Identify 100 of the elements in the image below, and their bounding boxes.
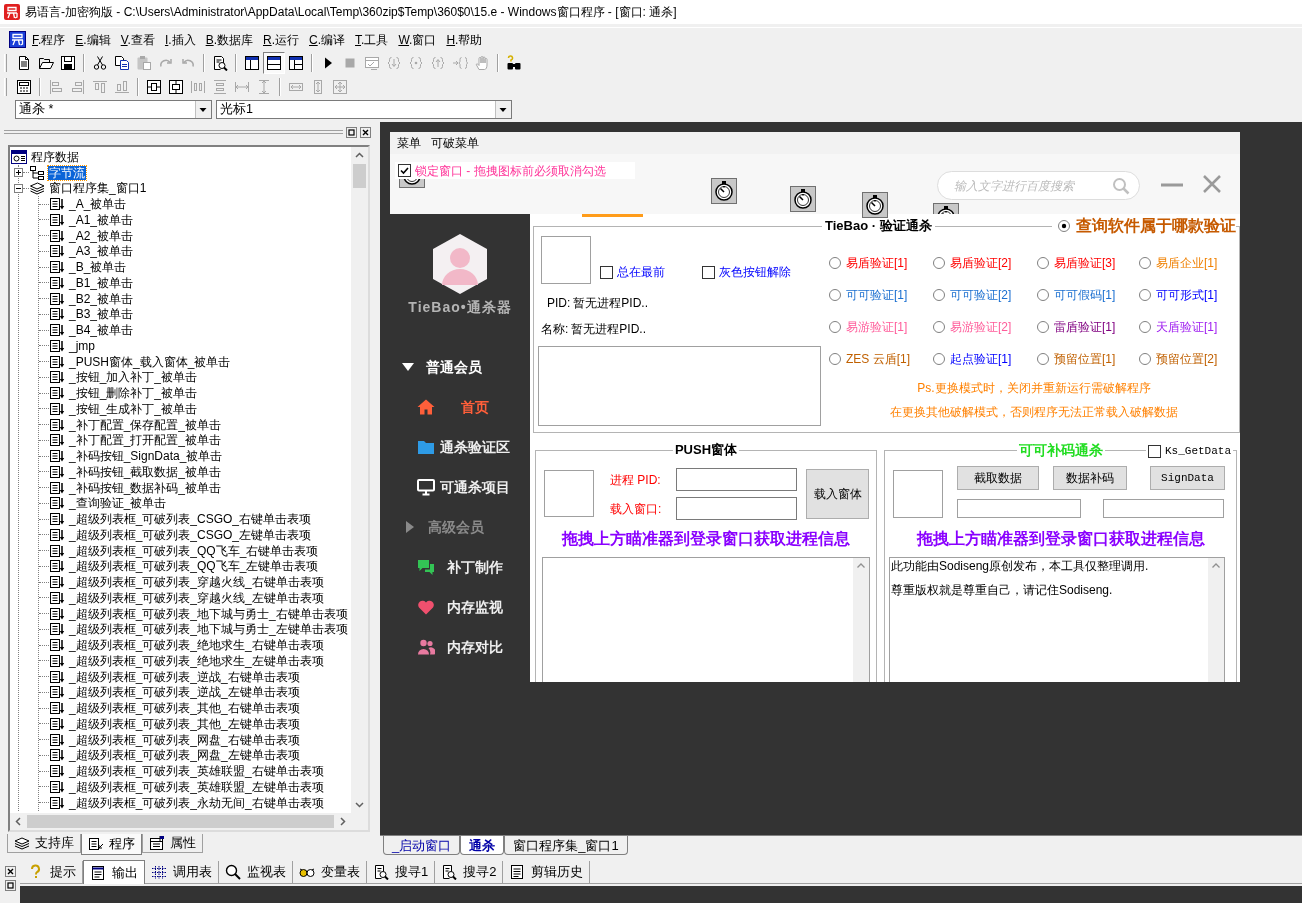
tree-item[interactable]: _超级列表框_可破列表_网盘_左键单击表项 [68,748,301,763]
radio-icon[interactable] [1139,321,1151,333]
output-tab[interactable]: 搜寻1 [367,861,436,883]
radio-icon[interactable] [1037,257,1049,269]
radio-option[interactable]: 可可形式[1] [1139,279,1239,311]
checkbox-icon[interactable] [398,164,411,177]
tree-item[interactable]: 程序数据 [30,149,80,164]
patch-data-button[interactable]: 数据补码 [1053,466,1127,490]
text-input[interactable] [957,499,1081,518]
panel-tab[interactable]: 属性 [142,834,203,853]
restore-icon[interactable] [4,880,16,891]
tree-item[interactable]: _超级列表框_可破列表_CSGO_右键单击表项 [68,512,313,527]
tree-item[interactable]: _补码按钮_截取数据_被单击 [68,464,223,479]
tree-item[interactable]: _查询验证_被单击 [68,496,168,511]
menu-item[interactable]: H.帮助 [442,29,487,50]
close-icon[interactable] [4,866,16,877]
search-field[interactable]: 输入文字进行百度搜索 [937,171,1140,200]
sidebar-section[interactable]: 高级会员 [390,507,530,547]
tree-item[interactable]: _超级列表框_可破列表_地下城与勇士_右键单击表项 [68,606,349,621]
radio-icon[interactable] [933,321,945,333]
menu-item[interactable]: 可破菜单 [428,134,482,152]
menu-item[interactable]: 菜单 [394,134,424,152]
menu-item[interactable]: T.工具 [351,29,393,50]
vertical-scrollbar[interactable] [351,147,368,813]
text-input[interactable] [676,497,797,520]
radio-icon[interactable] [933,257,945,269]
radio-icon[interactable] [933,353,945,365]
output-tab[interactable]: 输出 [83,860,145,884]
panel-tab[interactable]: 支持库 [7,834,81,853]
text-input[interactable] [1103,499,1224,518]
tree-item[interactable]: 字节流 [48,165,86,180]
output-tab[interactable]: 剪辑历史 [503,861,591,883]
radio-option[interactable]: 起点验证[1] [933,343,1037,375]
sidebar-item[interactable]: 内存对比 [390,627,530,667]
tree-item[interactable]: _按钮_加入补丁_被单击 [68,370,199,385]
radio-icon[interactable] [1139,353,1151,365]
menu-item[interactable]: B.数据库 [201,29,257,50]
tree-item[interactable]: _补丁配置_打开配置_被单击 [68,433,223,448]
sidebar-item[interactable]: 首页 [390,387,530,427]
minus-box-icon[interactable] [14,183,23,193]
sidebar-section[interactable]: 普通会员 [390,347,530,387]
search-icon[interactable] [1112,177,1130,195]
checkbox-icon[interactable] [1148,444,1161,458]
radio-icon[interactable] [829,289,841,301]
tree-item[interactable]: _超级列表框_可破列表_其他_右键单击表项 [68,701,301,716]
radio-icon[interactable] [1037,289,1049,301]
tree-item[interactable]: _补码按钮_数据补码_被单击 [68,480,223,495]
checkbox[interactable]: Ks_GetData [1146,443,1233,460]
radio-option[interactable]: 可可假码[1] [1037,279,1139,311]
tree-item[interactable]: _A3_被单击 [68,244,135,259]
tree-item[interactable]: _B1_被单击 [68,275,135,290]
radio-icon[interactable] [1139,289,1151,301]
sidebar-item[interactable]: 可通杀项目 [390,467,530,507]
radio-option[interactable]: 预留位置[1] [1037,343,1139,375]
tree-item[interactable]: _超级列表框_可破列表_地下城与勇士_左键单击表项 [68,622,349,637]
radio-option[interactable]: 查询软件属于哪款验证 [1052,216,1236,236]
tree-item[interactable]: _超级列表框_可破列表_英雄联盟_左键单击表项 [68,779,325,794]
menu-item[interactable]: C.编译 [305,29,350,50]
radio-icon[interactable] [829,321,841,333]
document-tab[interactable]: 通杀 [460,836,505,855]
tree-item[interactable]: _补码按钮_SignData_被单击 [68,449,224,464]
tree-item[interactable]: _A1_被单击 [68,212,135,227]
tree-item[interactable]: _按钮_删除补丁_被单击 [68,386,199,401]
tree-item[interactable]: _按钮_生成补丁_被单击 [68,401,199,416]
tree-item[interactable]: _超级列表框_可破列表_QQ飞车_左键单击表项 [68,559,320,574]
radio-icon[interactable] [1139,257,1151,269]
checkbox-icon[interactable] [702,265,715,279]
output-tab[interactable]: 监视表 [219,861,293,883]
menu-item[interactable]: R.运行 [259,29,303,50]
radio-option[interactable]: 易盾验证[2] [933,247,1037,279]
horizontal-scrollbar[interactable] [10,813,351,830]
scrollbar-thumb[interactable] [353,164,366,188]
tree-item[interactable]: _超级列表框_可破列表_其他_左键单击表项 [68,716,301,731]
menu-item[interactable]: V.查看 [116,29,159,50]
tree-item[interactable]: _B4_被单击 [68,323,135,338]
tree-item[interactable]: _PUSH窗体_载入窗体_被单击 [68,354,232,369]
output-tab[interactable]: 调用表 [145,861,219,883]
vertical-scrollbar[interactable] [853,558,869,682]
dropdown[interactable]: 光标1 [216,99,512,119]
radio-option[interactable]: ZES 云盾[1] [829,343,933,375]
tree-item[interactable]: _B3_被单击 [68,307,135,322]
output-tab[interactable]: 搜寻2 [435,861,504,883]
tree-item[interactable]: _超级列表框_可破列表_逆战_左键单击表项 [68,685,301,700]
tree-item[interactable]: _超级列表框_可破列表_CSGO_左键单击表项 [68,527,313,542]
scrollbar-thumb[interactable] [27,815,334,828]
menu-item[interactable]: F.程序 [28,29,70,50]
vertical-scrollbar[interactable] [1208,558,1224,682]
tree-item[interactable]: _A_被单击 [68,197,128,212]
menu-item[interactable]: I.插入 [160,29,200,50]
tree-item[interactable]: 窗口程序集_窗口1 [48,181,148,196]
tree-item[interactable]: _超级列表框_可破列表_QQ飞车_右键单击表项 [68,543,320,558]
radio-option[interactable]: 可可验证[2] [933,279,1037,311]
output-tab[interactable]: 变量表 [293,861,367,883]
radio-option[interactable]: 易盾验证[1] [829,247,933,279]
tree-item[interactable]: _B2_被单击 [68,291,135,306]
tree-item[interactable]: _超级列表框_可破列表_穿越火线_右键单击表项 [68,575,325,590]
tree-item[interactable]: _超级列表框_可破列表_永劫无间_右键单击表项 [68,795,325,810]
tree-item[interactable]: _jmp [68,338,96,353]
tree-item[interactable]: _超级列表框_可破列表_英雄联盟_右键单击表项 [68,764,325,779]
dropdown[interactable]: 通杀 * [15,99,212,119]
